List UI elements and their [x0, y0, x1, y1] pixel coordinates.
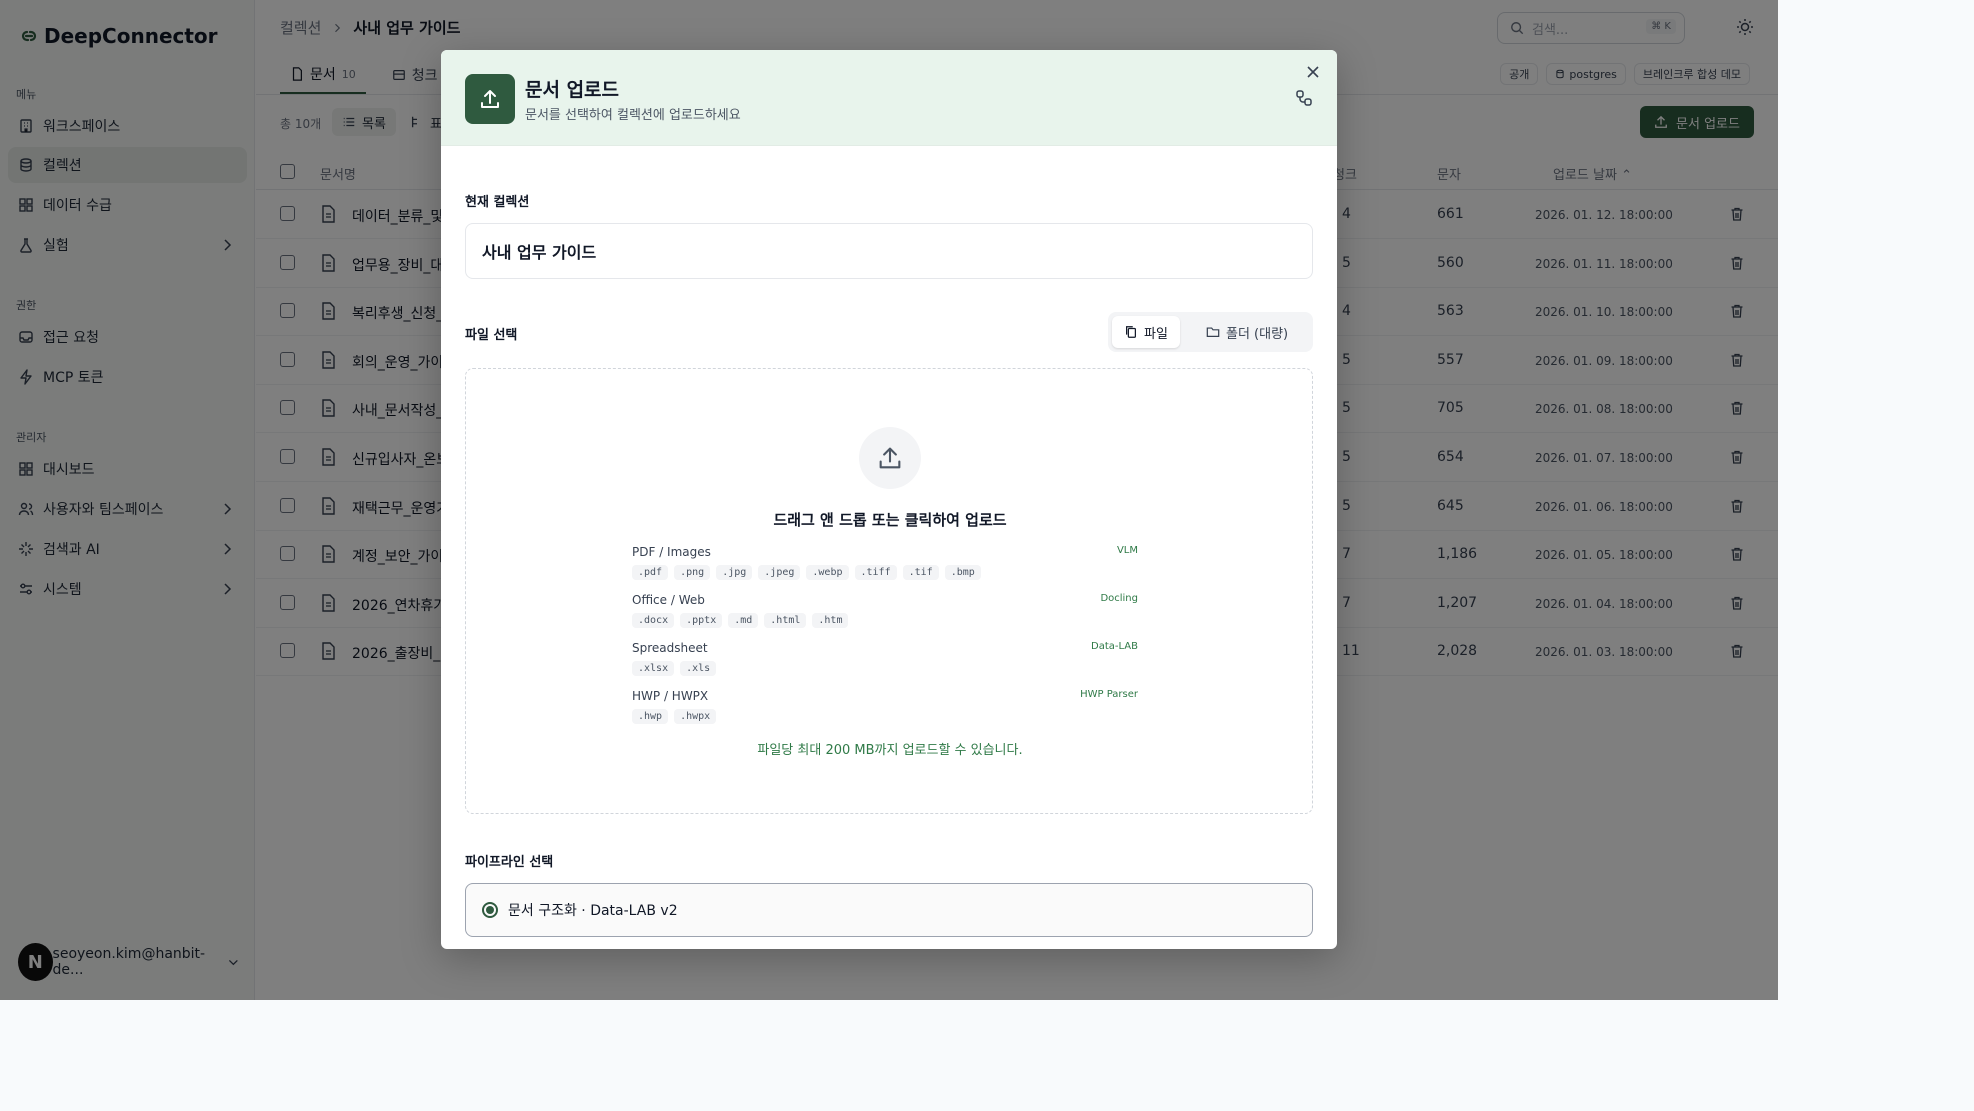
current-collection-label: 현재 컬렉션	[465, 195, 530, 210]
extension-tag: .tif	[902, 565, 939, 580]
extension-list: .pdf .png .jpg .jpeg .webp .tiff .tif .bmp	[632, 565, 1138, 580]
pipeline-select-label: 파이프라인 선택	[465, 855, 554, 870]
file-type-name: HWP / HWPX	[632, 689, 709, 703]
extension-tag: .xlsx	[632, 661, 675, 676]
extension-list: .hwp .hwpx	[632, 709, 1138, 724]
extension-tag: .htm	[812, 613, 849, 628]
folder-icon	[1206, 327, 1220, 337]
modal-header: 문서 업로드 문서를 선택하여 컬렉션에 업로드하세요	[441, 50, 1337, 146]
pipeline-radio[interactable]	[482, 902, 498, 918]
extension-tag: .hwp	[632, 709, 669, 724]
parser-badge: Docling	[1100, 593, 1138, 604]
mode-file-label: 파일	[1144, 326, 1168, 342]
modal-title: 문서 업로드	[525, 79, 620, 101]
file-type-name: PDF / Images	[632, 545, 711, 559]
extension-tag: .jpg	[716, 565, 753, 580]
extension-tag: .png	[674, 565, 711, 580]
file-type-name: Office / Web	[632, 593, 705, 607]
file-select-label: 파일 선택	[465, 328, 518, 343]
extension-tag: .md	[728, 613, 759, 628]
mode-file-button[interactable]: 파일	[1112, 316, 1180, 348]
close-icon[interactable]	[1305, 64, 1321, 80]
parser-badge: Data-LAB	[1091, 641, 1138, 652]
extension-tag: .html	[764, 613, 807, 628]
pipeline-link-icon[interactable]	[1295, 89, 1313, 107]
extension-tag: .xls	[680, 661, 717, 676]
app-window: DeepConnector 메뉴 워크스페이스 컬렉션 데이터 수급 실험 권한…	[0, 0, 1778, 1000]
extension-tag: .bmp	[944, 565, 981, 580]
file-type-group: PDF / Images VLM .pdf .png .jpg .jpeg .webp .ti…	[632, 545, 1138, 580]
pipeline-option[interactable]: 문서 구조화 · Data-LAB v2	[465, 883, 1313, 937]
extension-tag: .tiff	[854, 565, 897, 580]
dropzone-title: 드래그 앤 드롭 또는 클릭하여 업로드	[773, 511, 1007, 529]
upload-cloud-icon	[859, 427, 921, 489]
parser-badge: VLM	[1116, 545, 1138, 556]
current-collection-field: 사내 업무 가이드	[465, 223, 1313, 279]
file-dropzone[interactable]: 드래그 앤 드롭 또는 클릭하여 업로드 PDF / Images VLM .pdf…	[465, 368, 1313, 814]
extension-tag: .hwpx	[674, 709, 717, 724]
extension-tag: .webp	[806, 565, 849, 580]
upload-icon	[465, 74, 515, 124]
parser-badge: HWP Parser	[1080, 689, 1138, 700]
extension-tag: .pptx	[680, 613, 723, 628]
extension-tag: .jpeg	[758, 565, 801, 580]
mode-folder-label: 폴더 (대량)	[1226, 326, 1289, 342]
extension-tag: .pdf	[632, 565, 669, 580]
upload-mode-toggle: 파일 폴더 (대량)	[1108, 312, 1313, 352]
upload-modal: 문서 업로드 문서를 선택하여 컬렉션에 업로드하세요 현재 컬렉션 사내 업무…	[441, 50, 1337, 949]
copy-icon	[1126, 326, 1136, 338]
file-size-limit: 파일당 최대 200 MB까지 업로드할 수 있습니다.	[757, 743, 1023, 758]
file-type-group: HWP / HWPX HWP Parser .hwp .hwpx	[632, 689, 1138, 724]
mode-folder-button[interactable]: 폴더 (대량)	[1194, 316, 1300, 348]
extension-list: .xlsx .xls	[632, 661, 1138, 676]
modal-subtitle: 문서를 선택하여 컬렉션에 업로드하세요	[525, 108, 741, 123]
extension-tag: .docx	[632, 613, 675, 628]
file-type-group: Office / Web Docling .docx .pptx .md .html .ht…	[632, 593, 1138, 628]
pipeline-option-label: 문서 구조화 · Data-LAB v2	[508, 903, 678, 919]
extension-list: .docx .pptx .md .html .htm	[632, 613, 1138, 628]
file-type-name: Spreadsheet	[632, 641, 708, 655]
file-type-group: Spreadsheet Data-LAB .xlsx .xls	[632, 641, 1138, 676]
